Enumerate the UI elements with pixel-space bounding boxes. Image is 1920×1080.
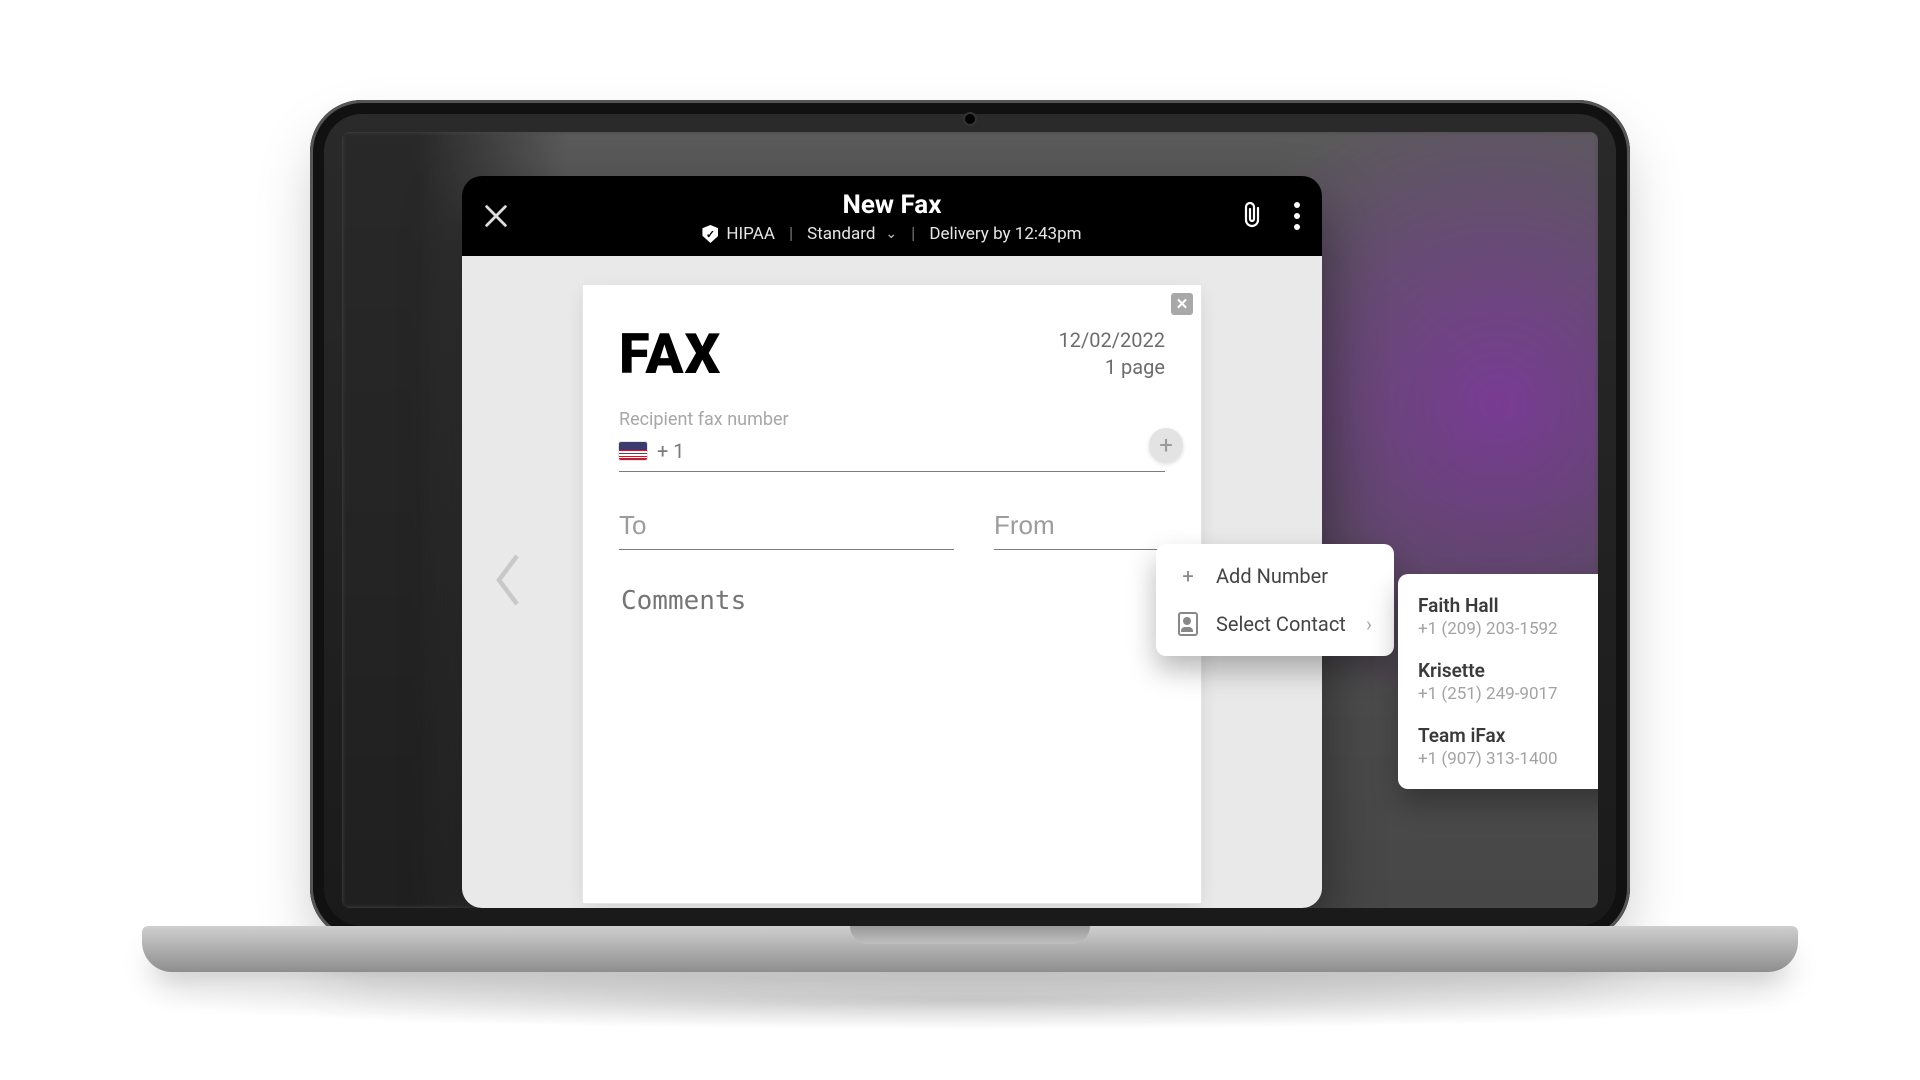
country-code: + 1 (657, 439, 685, 463)
to-input[interactable] (619, 506, 954, 550)
laptop-shadow (130, 970, 1810, 1030)
plus-icon: + (1159, 431, 1173, 459)
contact-item[interactable]: Krisette +1 (251) 249-9017 (1398, 649, 1598, 714)
attach-button[interactable] (1240, 200, 1264, 232)
add-number-label: Add Number (1216, 564, 1328, 588)
contact-phone: +1 (907) 313-1400 (1418, 749, 1598, 769)
contact-name: Krisette (1418, 659, 1598, 682)
flag-us-icon[interactable] (619, 442, 647, 460)
cover-date: 12/02/2022 (1059, 327, 1165, 354)
cover-page: ✕ FAX 12/02/2022 1 page Recipient fax nu… (582, 284, 1202, 904)
comments-input[interactable] (619, 584, 1169, 768)
chevron-down-icon: ⌄ (885, 226, 897, 242)
close-icon (482, 202, 510, 230)
hipaa-indicator[interactable]: HIPAA (702, 224, 775, 244)
laptop-camera (965, 114, 975, 124)
recipient-label: Recipient fax number (619, 409, 1165, 430)
paperclip-icon (1240, 200, 1264, 228)
shield-check-icon (702, 225, 718, 243)
stage: New Fax HIPAA | Standard ⌄ | (0, 0, 1920, 1080)
separator: | (911, 224, 915, 244)
add-recipient-button[interactable]: + (1149, 428, 1183, 462)
chevron-left-icon (488, 550, 528, 610)
cover-page-count: 1 page (1059, 354, 1165, 381)
contact-card-icon (1178, 612, 1198, 636)
select-contact-option[interactable]: Select Contact › (1156, 600, 1394, 648)
laptop-base (142, 926, 1798, 972)
cover-meta: 12/02/2022 1 page (1059, 327, 1165, 381)
priority-selector[interactable]: Standard ⌄ (807, 224, 897, 244)
modal-subtitle: HIPAA | Standard ⌄ | Delivery by 12:43pm (484, 224, 1300, 244)
laptop-notch (850, 926, 1090, 944)
to-from-row (619, 506, 1165, 550)
close-button[interactable] (482, 202, 510, 234)
contact-item[interactable]: Team iFax +1 (907) 313-1400 (1398, 714, 1598, 779)
more-menu-button[interactable] (1290, 198, 1304, 234)
select-contact-label: Select Contact (1216, 612, 1346, 636)
laptop-lid: New Fax HIPAA | Standard ⌄ | (310, 100, 1630, 940)
header-actions (1240, 198, 1304, 234)
contact-item[interactable]: Faith Hall +1 (209) 203-1592 (1398, 584, 1598, 649)
hipaa-label: HIPAA (726, 224, 775, 244)
new-fax-modal: New Fax HIPAA | Standard ⌄ | (462, 176, 1322, 908)
laptop-mock: New Fax HIPAA | Standard ⌄ | (310, 100, 1630, 1000)
chevron-right-icon: › (1366, 612, 1372, 636)
remove-page-button[interactable]: ✕ (1171, 293, 1193, 315)
contact-phone: +1 (251) 249-9017 (1418, 684, 1598, 704)
add-number-option[interactable]: + Add Number (1156, 552, 1394, 600)
more-vertical-icon (1294, 202, 1300, 208)
priority-label: Standard (807, 224, 875, 244)
add-recipient-menu: + Add Number Select Contact › (1156, 544, 1394, 656)
modal-title: New Fax (484, 190, 1300, 220)
recipient-row: + 1 + (619, 432, 1165, 472)
previous-page-button[interactable] (488, 550, 528, 614)
contact-name: Team iFax (1418, 724, 1598, 747)
recipient-fax-input[interactable] (695, 438, 1165, 463)
plus-icon: + (1178, 564, 1198, 588)
separator: | (789, 224, 793, 244)
contacts-popover: Faith Hall +1 (209) 203-1592 Krisette +1… (1398, 574, 1598, 789)
contact-name: Faith Hall (1418, 594, 1598, 617)
modal-body: ✕ FAX 12/02/2022 1 page Recipient fax nu… (462, 256, 1322, 908)
delivery-estimate: Delivery by 12:43pm (929, 224, 1081, 244)
laptop-screen: New Fax HIPAA | Standard ⌄ | (342, 132, 1598, 908)
close-icon: ✕ (1176, 295, 1189, 313)
modal-header: New Fax HIPAA | Standard ⌄ | (462, 176, 1322, 256)
contact-phone: +1 (209) 203-1592 (1418, 619, 1598, 639)
